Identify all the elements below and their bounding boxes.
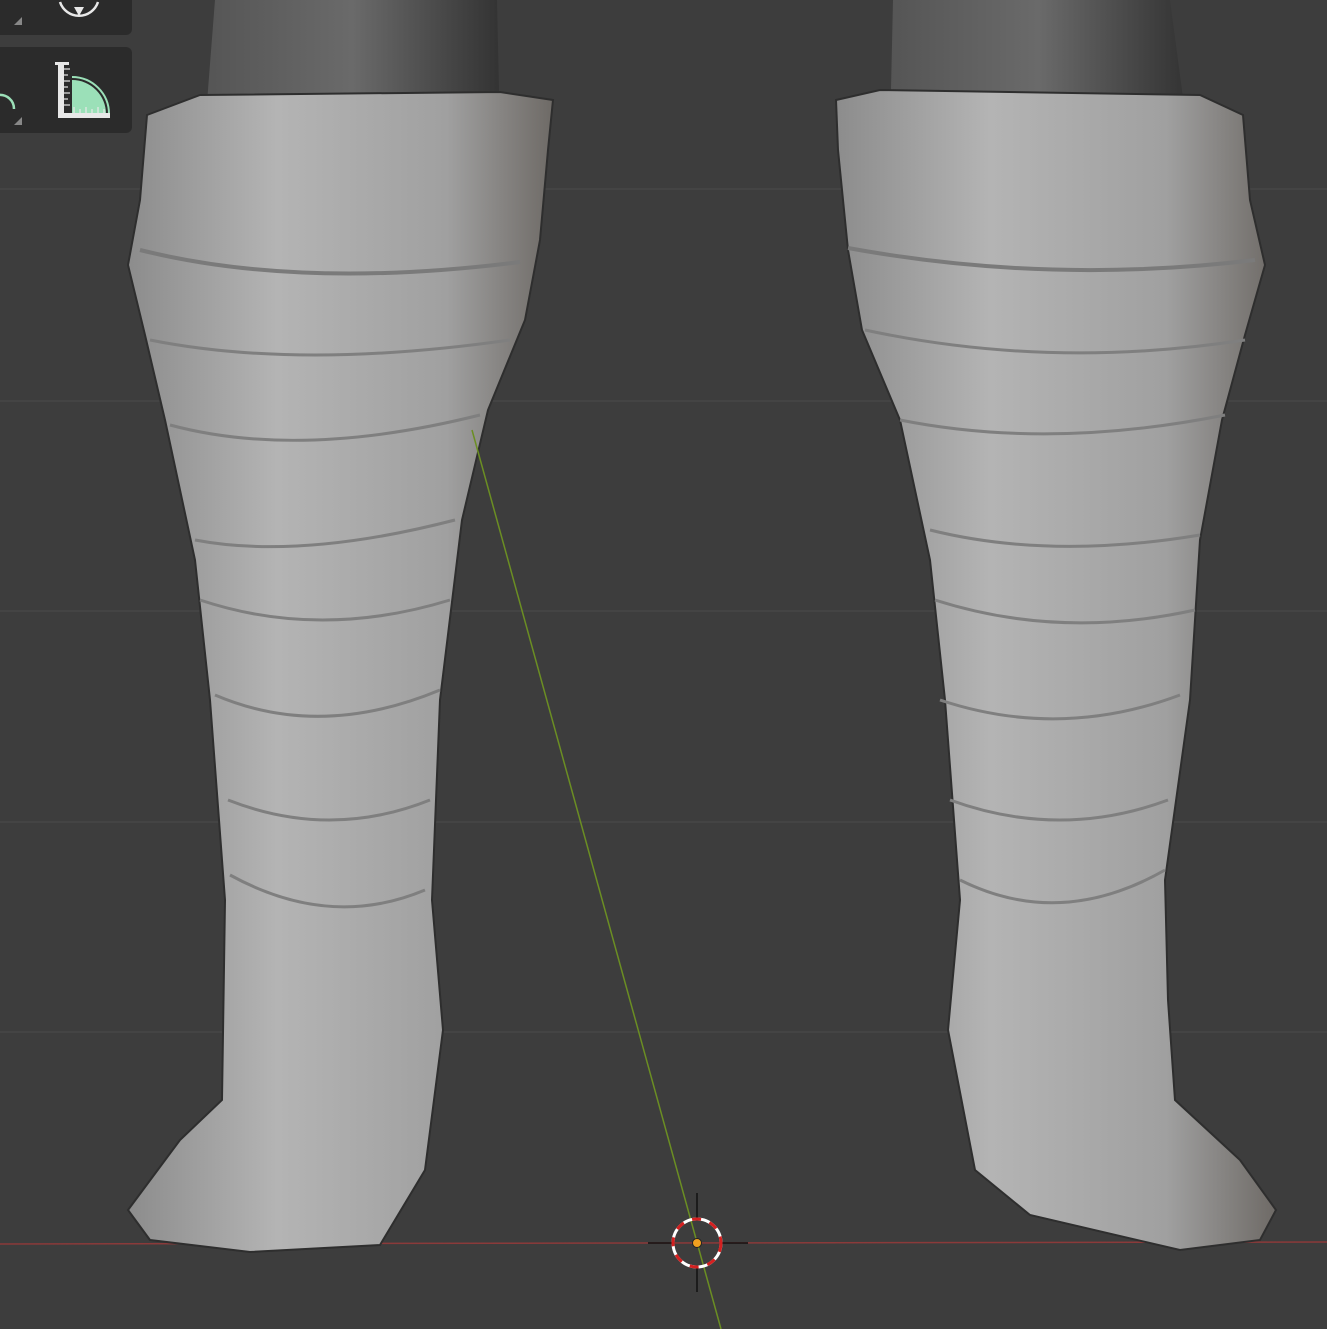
3d-cursor[interactable] xyxy=(648,1193,748,1292)
origin-dot xyxy=(692,1238,702,1248)
annotate-icon xyxy=(0,93,22,125)
3d-viewport[interactable] xyxy=(0,0,1327,1329)
tool-annotate[interactable] xyxy=(0,47,30,133)
measure-icon xyxy=(55,62,110,118)
rotate-icon xyxy=(58,1,100,17)
y-axis-line xyxy=(471,429,722,1329)
right-boot xyxy=(834,88,1278,1252)
transform-icon xyxy=(14,17,22,25)
tool-transform[interactable] xyxy=(0,0,30,35)
tool-measure[interactable] xyxy=(32,47,128,133)
left-boot xyxy=(126,90,555,1254)
tool-rotate[interactable] xyxy=(32,0,128,35)
